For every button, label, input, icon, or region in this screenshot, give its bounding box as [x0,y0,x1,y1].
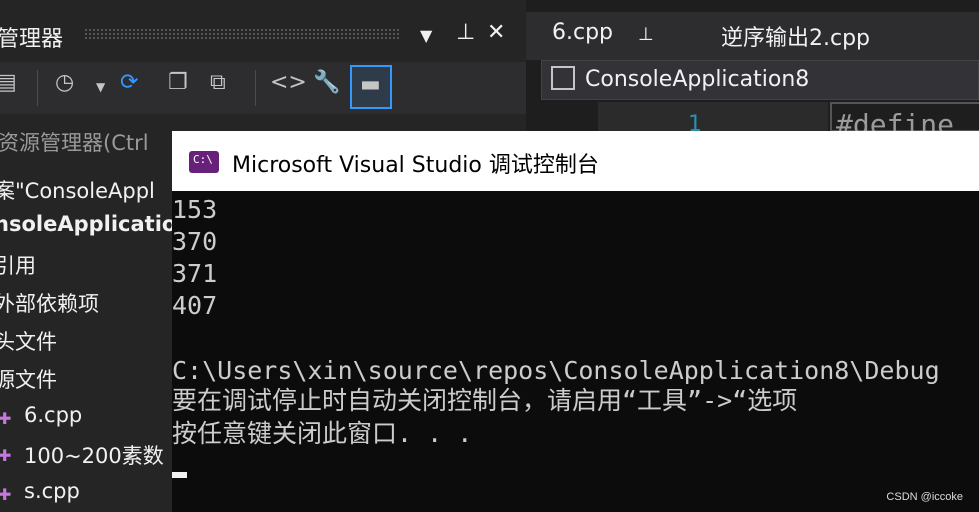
console-output-line: C:\Users\xin\source\repos\ConsoleApplica… [172,356,940,385]
tree-item-headers[interactable]: 头文件 [0,326,57,356]
console-output-line: 370 [172,227,218,256]
chevron-down-icon[interactable]: ▼ [96,80,105,94]
pin-icon[interactable]: ⊥ [638,24,654,45]
tree-item-project[interactable]: nsoleApplicatio [0,212,176,236]
console-output-line: 按任意键关闭此窗口. . . [172,419,473,448]
tree-item-file[interactable]: 100~200素数 [24,440,164,470]
close-icon[interactable]: ✕ [487,20,505,45]
console-icon-text: C:\ [193,153,213,166]
collapse-all-icon[interactable]: ❐ [168,70,188,95]
copy-icon[interactable]: ⧉ [210,70,226,95]
chevron-down-icon[interactable]: ▼ [420,26,432,45]
solution-explorer-toolbar [0,62,526,114]
pin-icon[interactable]: ⊥ [456,20,475,45]
tree-item-file[interactable]: s.cpp [24,479,80,503]
refresh-icon[interactable]: ⟳ [120,70,138,95]
tree-item-solution[interactable]: 案"ConsoleAppl [0,175,155,205]
tree-item-sources[interactable]: 源文件 [0,364,57,394]
cpp-file-icon: ✚ [0,446,12,465]
line-number-gutter [598,102,828,132]
toolbar-separator [255,70,256,106]
home-icon[interactable]: ▤ [0,70,17,95]
console-cursor [172,472,187,478]
title-grip-dots [84,28,399,40]
console-output-line: 153 [172,195,218,224]
tree-item-file[interactable]: 6.cpp [24,403,82,427]
console-output-line: 371 [172,259,218,288]
tree-item-references[interactable]: 引用 [0,250,36,280]
nav-project-name[interactable]: ConsoleApplication8 [585,67,809,92]
wrench-icon[interactable]: 🔧 [313,70,340,95]
tab-reverse-output[interactable]: 逆序输出2.cpp [721,20,870,52]
project-icon [551,66,575,90]
console-title: Microsoft Visual Studio 调试控制台 [232,153,599,178]
watermark: CSDN @iccoke [886,491,963,503]
console-output-line: 407 [172,291,218,320]
history-icon[interactable]: ◷ [55,70,74,95]
cpp-file-icon: ✚ [0,485,12,504]
toolbar-separator [37,70,38,106]
solution-explorer-title: 管理器 [0,27,64,52]
code-view-icon[interactable]: <> [270,70,307,95]
tab-6-cpp[interactable]: 6.cpp [552,20,613,45]
console-output-line: 要在调试停止时自动关闭控制台，请启用“工具”->“选项 [172,386,798,415]
search-input[interactable]: 资源管理器(Ctrl [0,127,149,157]
cpp-file-icon: ✚ [0,409,12,428]
preview-icon: ▬ [360,72,381,97]
tree-item-external-deps[interactable]: 外部依赖项 [0,288,99,318]
console-app-icon: C:\ [189,151,219,173]
